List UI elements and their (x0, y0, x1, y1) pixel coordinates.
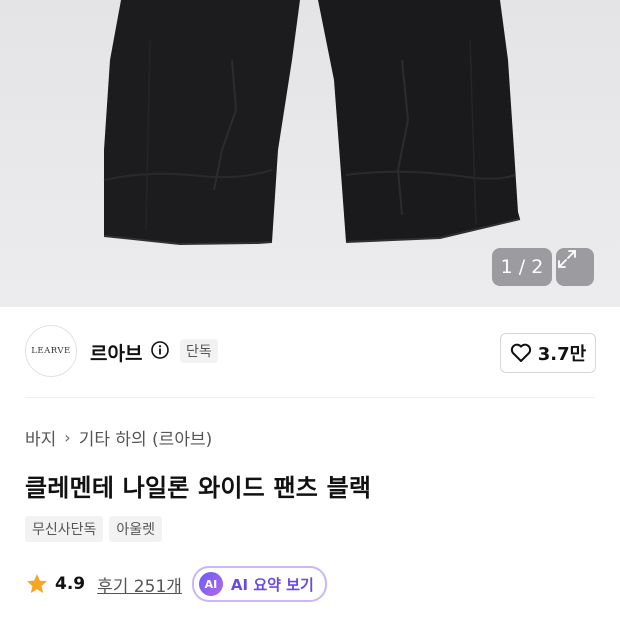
brand-logo[interactable]: LEARVE (25, 325, 77, 377)
exclusive-badge: 단독 (180, 339, 218, 363)
rating-score: 4.9 (55, 574, 86, 594)
tag-musinsa-exclusive: 무신사단독 (25, 516, 104, 542)
ai-icon: AI (198, 572, 223, 596)
tag-outlet: 아울렛 (109, 516, 163, 542)
product-image-gallery[interactable]: 1 / 2 (0, 0, 620, 307)
image-counter: 1 / 2 (492, 248, 552, 286)
info-icon[interactable] (151, 341, 169, 359)
brand-row: LEARVE 르아브 단독 3.7만 (0, 307, 620, 397)
brand-logo-text: LEARVE (31, 346, 71, 356)
chevron-right-icon: › (64, 428, 71, 447)
breadcrumb-item-subcategory[interactable]: 기타 하의 (르아브) (79, 425, 213, 450)
expand-icon (558, 250, 576, 268)
reviews-link[interactable]: 후기 251개 (97, 572, 182, 597)
breadcrumb: 바지 › 기타 하의 (르아브) (25, 425, 212, 450)
heart-icon (510, 343, 531, 362)
expand-button[interactable] (556, 248, 594, 286)
divider (25, 397, 595, 398)
like-count: 3.7만 (537, 344, 587, 365)
breadcrumb-item-category[interactable]: 바지 (25, 425, 56, 450)
star-icon (27, 574, 47, 593)
like-button[interactable]: 3.7만 (500, 333, 596, 373)
ai-summary-label: AI 요약 보기 (230, 575, 314, 594)
product-tags: 무신사단독 아울렛 (25, 516, 163, 542)
brand-name[interactable]: 르아브 (90, 339, 142, 366)
ai-summary-button[interactable]: AI AI 요약 보기 (191, 566, 327, 602)
rating-row: 4.9 후기 251개 AI AI 요약 보기 (25, 566, 327, 602)
product-title: 클레멘테 나일론 와이드 팬츠 블랙 (25, 474, 372, 502)
